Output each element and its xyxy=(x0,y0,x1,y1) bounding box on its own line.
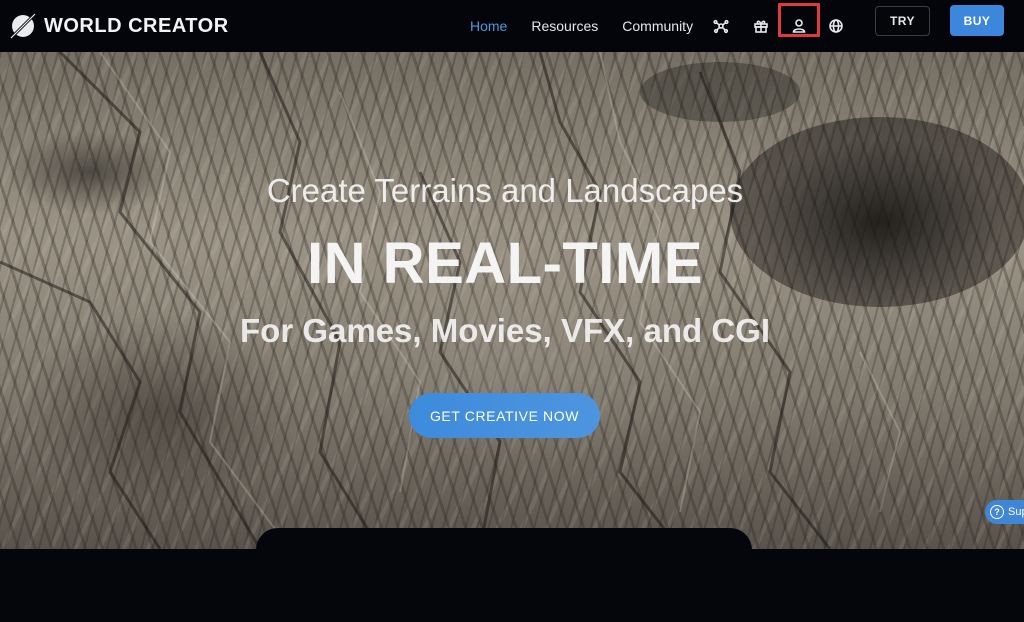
hero-subtitle-top: Create Terrains and Landscapes xyxy=(266,172,744,209)
hero-subtitle-bottom: For Games, Movies, VFX, and CGI xyxy=(240,312,770,349)
main-nav: Home Resources Community xyxy=(458,0,705,52)
hero-title: IN REAL-TIME xyxy=(307,231,703,296)
network-icon[interactable] xyxy=(705,10,737,42)
try-button[interactable]: TRY xyxy=(875,6,930,36)
nav-link-resources[interactable]: Resources xyxy=(519,18,610,34)
lower-section xyxy=(0,549,1024,622)
globe-icon[interactable] xyxy=(820,10,852,42)
nav-link-home[interactable]: Home xyxy=(458,18,519,34)
planet-slash-icon xyxy=(8,11,38,41)
hero-section: Create Terrains and Landscapes IN REAL-T… xyxy=(0,52,1024,549)
question-circle-icon: ? xyxy=(990,505,1004,519)
top-navbar: WORLD CREATOR Home Resources Community T… xyxy=(0,0,1024,52)
hero-overlay xyxy=(0,52,1024,549)
support-label: Sup xyxy=(1008,506,1024,518)
support-button[interactable]: ? Sup xyxy=(985,500,1024,524)
user-icon-highlight-box xyxy=(778,3,820,37)
brand-name: WORLD CREATOR xyxy=(44,14,229,37)
gift-icon[interactable] xyxy=(745,10,777,42)
nav-link-community[interactable]: Community xyxy=(610,18,705,34)
get-creative-button[interactable]: GET CREATIVE NOW xyxy=(409,393,600,438)
buy-button[interactable]: BUY xyxy=(950,5,1004,36)
brand-logo-link[interactable]: WORLD CREATOR xyxy=(8,8,229,44)
